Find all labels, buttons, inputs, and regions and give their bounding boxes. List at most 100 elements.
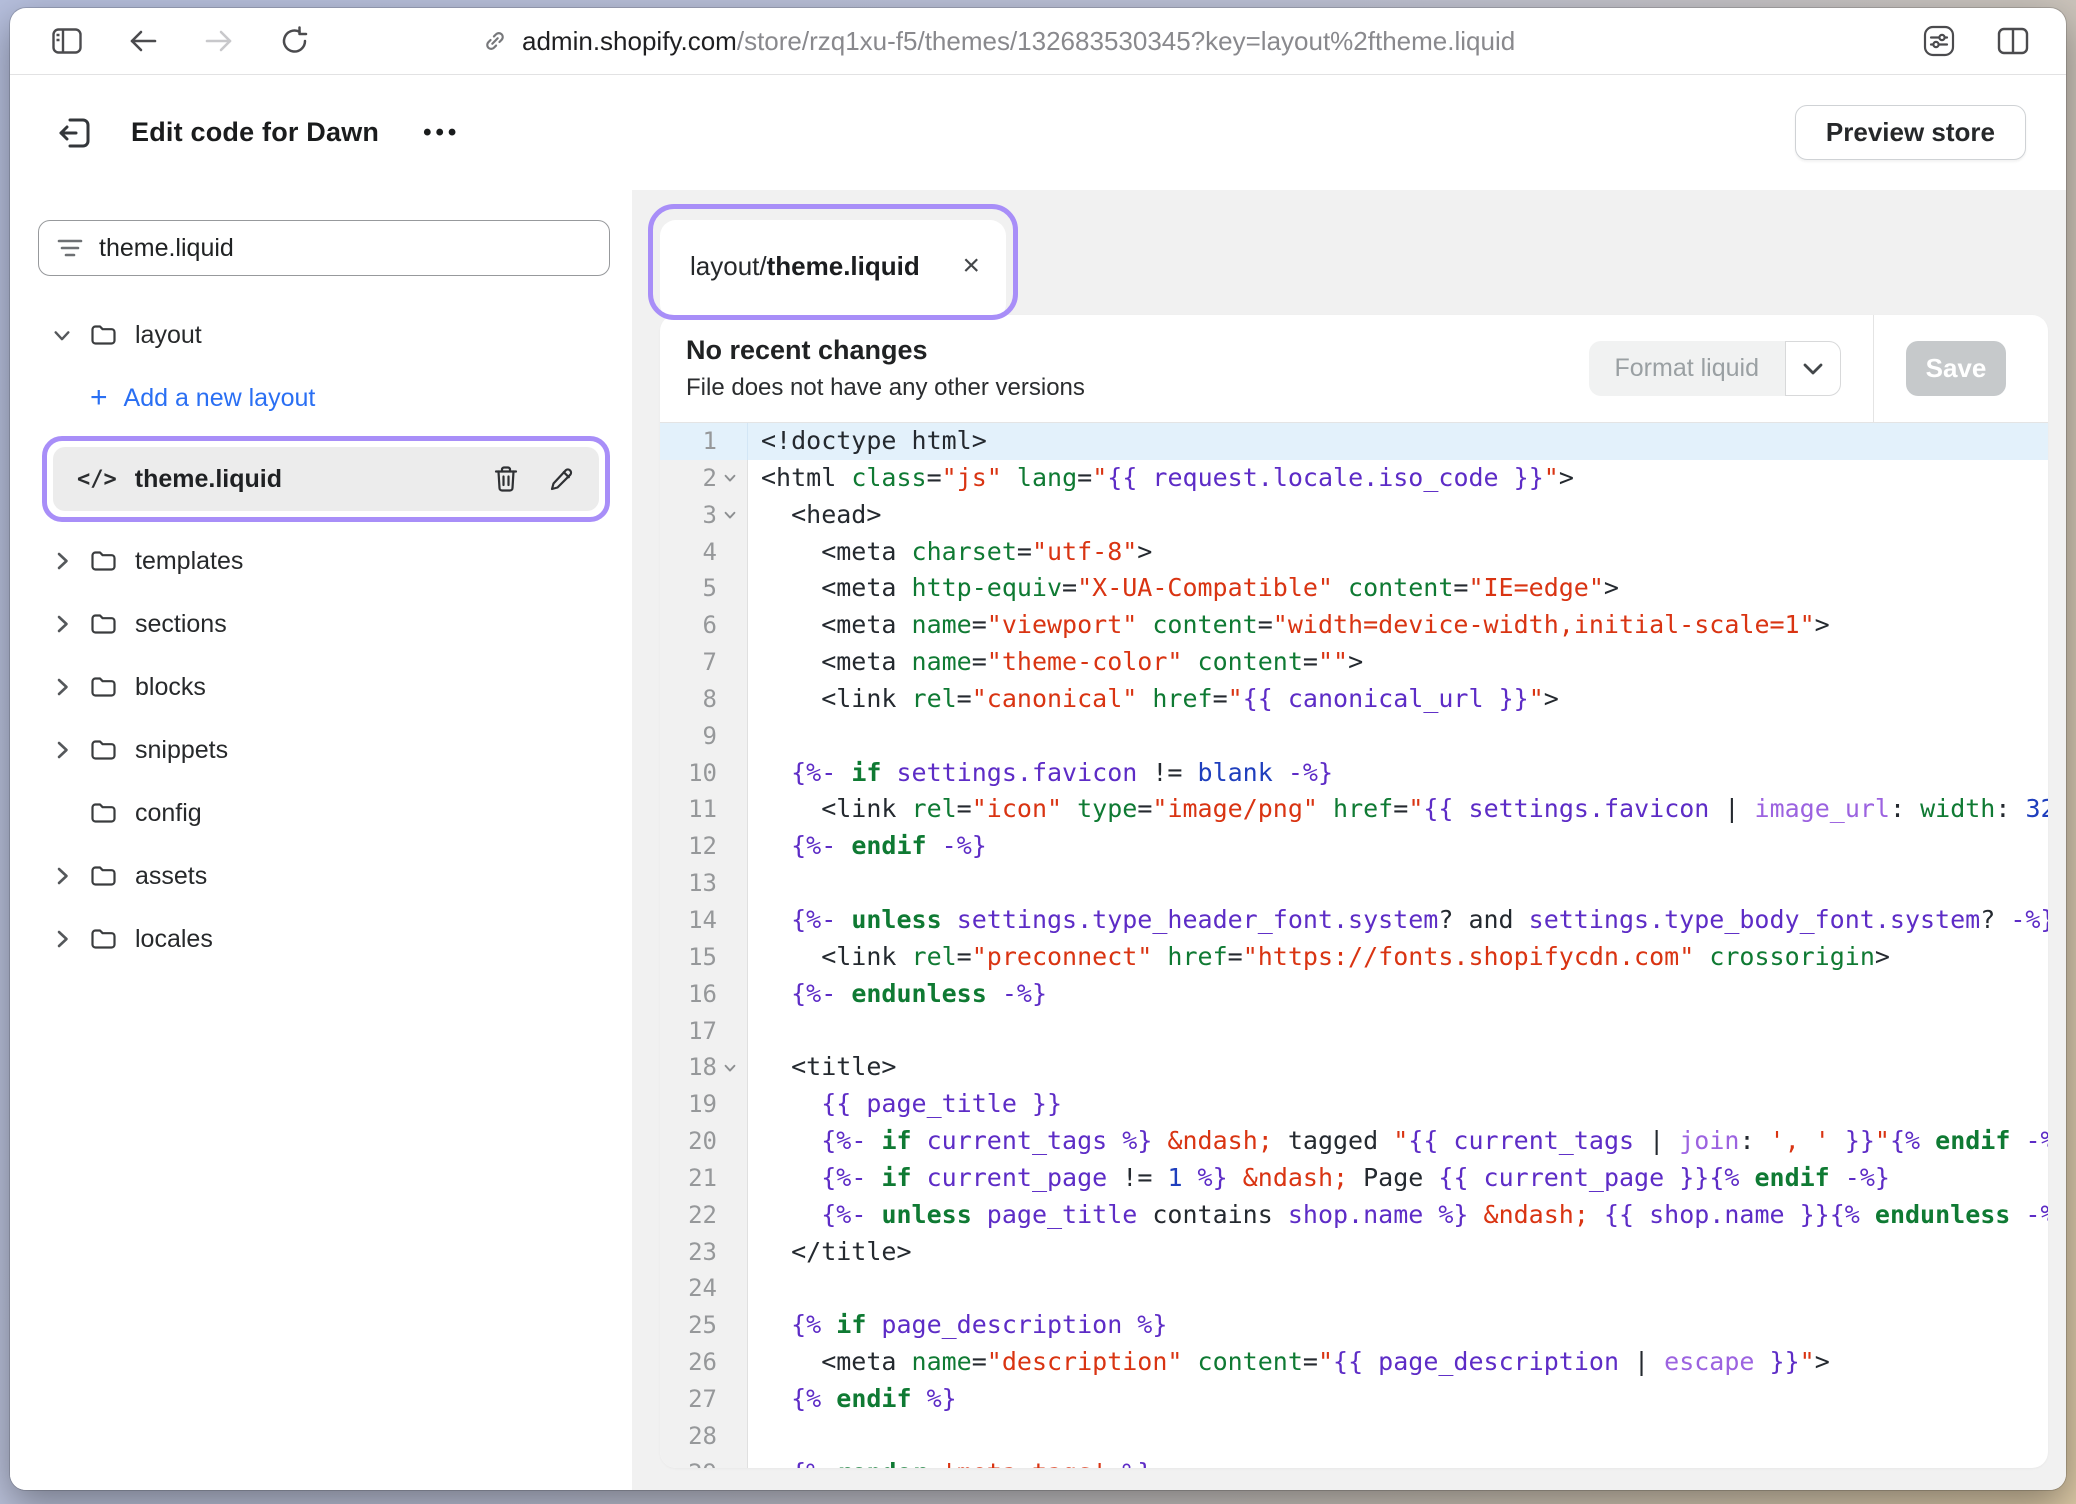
file-sidebar: theme.liquid layout+Add a new layout</>t… [10, 190, 632, 1490]
tab-close-icon[interactable]: × [962, 251, 980, 281]
file-search-input[interactable]: theme.liquid [38, 220, 610, 276]
trash-icon[interactable] [493, 465, 519, 493]
forward-arrow-icon[interactable] [202, 24, 236, 58]
code-line-content [748, 1270, 2048, 1307]
code-line-6: 6 <meta name="viewport" content="width=d… [660, 607, 2048, 644]
chevron-right-icon[interactable] [52, 928, 72, 950]
folder-icon [90, 323, 117, 347]
folder-icon [90, 927, 117, 951]
editor-card: No recent changes File does not have any… [660, 315, 2048, 1468]
code-line-content: {%- endif -%} [748, 828, 2048, 865]
sidebar-item-snippets[interactable]: snippets [38, 725, 610, 775]
line-number: 18 [660, 1049, 748, 1086]
code-line-content: <meta http-equiv="X-UA-Compatible" conte… [748, 570, 2048, 607]
line-number: 27 [660, 1381, 748, 1418]
sidebar-item-locales[interactable]: locales [38, 914, 610, 964]
line-number: 10 [660, 755, 748, 792]
chevron-right-icon[interactable] [52, 865, 72, 887]
code-line-content: <link rel="preconnect" href="https://fon… [748, 939, 2048, 976]
code-line-content [748, 718, 2048, 755]
code-line-content: {%- if settings.favicon != blank -%} [748, 755, 2048, 792]
browser-toolbar: admin.shopify.com/store/rzq1xu-f5/themes… [10, 8, 2066, 75]
page-title: Edit code for Dawn [131, 117, 379, 148]
chevron-right-icon[interactable] [52, 676, 72, 698]
code-line-8: 8 <link rel="canonical" href="{{ canonic… [660, 681, 2048, 718]
code-line-10: 10 {%- if settings.favicon != blank -%} [660, 755, 2048, 792]
code-line-1: 1<!doctype html> [660, 423, 2048, 460]
code-line-16: 16 {%- endunless -%} [660, 976, 2048, 1013]
code-editor[interactable]: 1<!doctype html>2<html class="js" lang="… [660, 423, 2048, 1468]
editor-card-header: No recent changes File does not have any… [660, 315, 2048, 423]
preview-store-button[interactable]: Preview store [1795, 105, 2026, 160]
add-new-layout-button[interactable]: +Add a new layout [38, 373, 610, 423]
fold-chevron-icon[interactable] [717, 510, 743, 520]
app-header: Edit code for Dawn ••• Preview store [10, 75, 2066, 190]
code-line-3: 3 <head> [660, 497, 2048, 534]
link-icon [482, 28, 508, 54]
folder-label: locales [135, 925, 213, 954]
more-actions-button[interactable]: ••• [423, 119, 460, 147]
code-line-7: 7 <meta name="theme-color" content=""> [660, 644, 2048, 681]
editor-main: layout/theme.liquid × No recent changes … [632, 190, 2066, 1490]
browser-window: admin.shopify.com/store/rzq1xu-f5/themes… [10, 8, 2066, 1490]
code-line-13: 13 [660, 865, 2048, 902]
format-liquid-button[interactable]: Format liquid [1589, 341, 1842, 396]
line-number: 28 [660, 1418, 748, 1455]
line-number: 17 [660, 1013, 748, 1050]
chevron-down-icon[interactable] [52, 328, 72, 343]
code-line-26: 26 <meta name="description" content="{{ … [660, 1344, 2048, 1381]
status-subtitle: File does not have any other versions [686, 374, 1085, 402]
code-line-19: 19 {{ page_title }} [660, 1086, 2048, 1123]
line-number: 25 [660, 1307, 748, 1344]
folder-label: sections [135, 610, 227, 639]
save-button[interactable]: Save [1906, 341, 2006, 396]
tab-label: layout/theme.liquid [690, 251, 920, 282]
chevron-right-icon[interactable] [52, 739, 72, 761]
sidebar-item-theme-liquid-selected[interactable]: </>theme.liquid [53, 447, 599, 511]
sidebar-toggle-icon[interactable] [50, 24, 84, 58]
fold-chevron-icon[interactable] [717, 473, 743, 483]
sidebar-item-config[interactable]: config [38, 788, 610, 838]
url-text: admin.shopify.com/store/rzq1xu-f5/themes… [522, 26, 1515, 57]
split-view-icon[interactable] [1996, 24, 2030, 58]
sidebar-item-blocks[interactable]: blocks [38, 662, 610, 712]
tab-theme-liquid[interactable]: layout/theme.liquid × [660, 220, 1006, 320]
format-liquid-label[interactable]: Format liquid [1589, 341, 1786, 396]
code-line-content: <meta name="description" content="{{ pag… [748, 1344, 2048, 1381]
line-number: 7 [660, 644, 748, 681]
line-number: 23 [660, 1234, 748, 1271]
code-line-20: 20 {%- if current_tags %} &ndash; tagged… [660, 1123, 2048, 1160]
page-settings-icon[interactable] [1922, 24, 1956, 58]
code-line-5: 5 <meta http-equiv="X-UA-Compatible" con… [660, 570, 2048, 607]
chevron-right-icon[interactable] [52, 613, 72, 635]
reload-icon[interactable] [278, 24, 312, 58]
exit-editor-icon[interactable] [55, 113, 95, 153]
url-bar[interactable]: admin.shopify.com/store/rzq1xu-f5/themes… [482, 26, 1515, 57]
sidebar-item-templates[interactable]: templates [38, 536, 610, 586]
code-line-29: 29 {% render 'meta-tags' %} [660, 1455, 2048, 1468]
sidebar-item-layout[interactable]: layout [38, 310, 610, 360]
sidebar-item-assets[interactable]: assets [38, 851, 610, 901]
line-number: 8 [660, 681, 748, 718]
chevron-right-icon[interactable] [52, 550, 72, 572]
folder-label: blocks [135, 673, 206, 702]
code-line-27: 27 {% endif %} [660, 1381, 2048, 1418]
code-line-content: <html class="js" lang="{{ request.locale… [748, 460, 2048, 497]
code-file-icon: </> [77, 467, 117, 492]
pencil-icon[interactable] [549, 466, 575, 492]
code-line-content [748, 1418, 2048, 1455]
code-line-content: </title> [748, 1234, 2048, 1271]
line-number: 5 [660, 570, 748, 607]
format-options-dropdown[interactable] [1785, 341, 1841, 396]
fold-chevron-icon[interactable] [717, 1063, 743, 1073]
code-line-content: <meta charset="utf-8"> [748, 534, 2048, 571]
back-arrow-icon[interactable] [126, 24, 160, 58]
plus-icon: + [90, 383, 108, 413]
line-number: 26 [660, 1344, 748, 1381]
desktop-background: admin.shopify.com/store/rzq1xu-f5/themes… [0, 0, 2076, 1504]
code-line-content: {%- if current_page != 1 %} &ndash; Page… [748, 1160, 2048, 1197]
sidebar-item-sections[interactable]: sections [38, 599, 610, 649]
line-number: 1 [660, 423, 748, 460]
code-line-content: <head> [748, 497, 2048, 534]
line-number: 4 [660, 534, 748, 571]
